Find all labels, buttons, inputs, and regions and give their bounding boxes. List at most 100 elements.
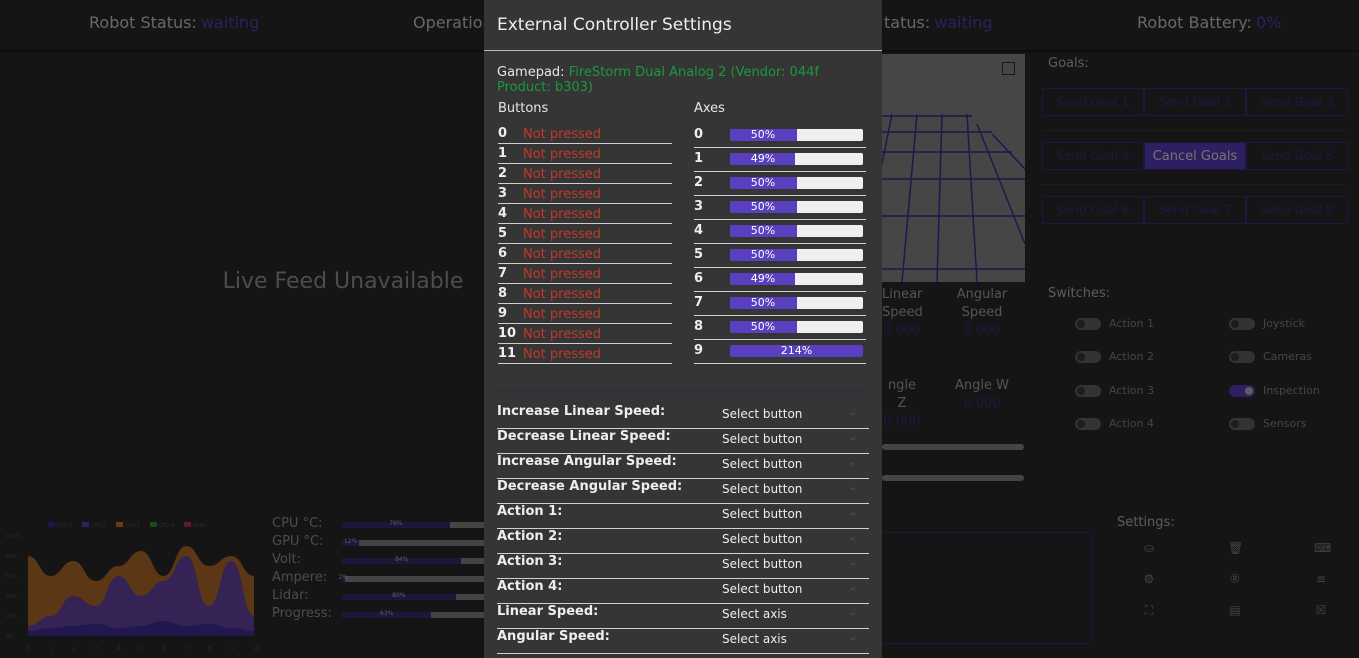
- axis-bar: 50%: [730, 129, 863, 141]
- mapping-row: Action 2: Select button ⌄: [497, 529, 869, 554]
- axis-row: 5 50%: [694, 244, 866, 268]
- mapping-select[interactable]: Select button: [722, 532, 867, 546]
- mapping-label: Increase Linear Speed:: [497, 404, 666, 419]
- button-state: Not pressed: [523, 327, 602, 342]
- axis-row: 8 50%: [694, 316, 866, 340]
- mapping-row: Linear Speed: Select axis ⌄: [497, 604, 869, 629]
- button-number: 0: [498, 126, 508, 141]
- axis-row: 0 50%: [694, 124, 866, 148]
- axis-row: 1 49%: [694, 148, 866, 172]
- buttons-header: Buttons: [498, 101, 549, 116]
- button-number: 11: [498, 346, 517, 361]
- chevron-down-icon: ⌄: [848, 507, 857, 518]
- mapping-label: Action 2:: [497, 529, 563, 544]
- mapping-row: Action 3: Select button ⌄: [497, 554, 869, 579]
- button-row: 4 Not pressed: [498, 204, 672, 224]
- axis-bar: 50%: [730, 201, 863, 213]
- chevron-down-icon: ⌄: [848, 607, 857, 618]
- dashboard: Robot Status:waiting Operatio tatus:wait…: [0, 0, 1359, 658]
- axis-bar: 50%: [730, 177, 863, 189]
- mapping-row: Action 1: Select button ⌄: [497, 504, 869, 529]
- axis-number: 5: [694, 247, 704, 262]
- button-number: 7: [498, 266, 508, 281]
- mapping-select[interactable]: Select button: [722, 557, 867, 571]
- chevron-down-icon: ⌄: [848, 557, 857, 568]
- mapping-select[interactable]: Select button: [722, 407, 867, 421]
- divider: [497, 391, 869, 392]
- button-number: 3: [498, 186, 508, 201]
- mapping-select[interactable]: Select button: [722, 457, 867, 471]
- axis-row: 3 50%: [694, 196, 866, 220]
- axis-value: 50%: [750, 177, 776, 189]
- axis-bar: 49%: [730, 273, 863, 285]
- mapping-label: Action 1:: [497, 504, 563, 519]
- mapping-select[interactable]: Select axis: [722, 607, 867, 621]
- axis-value: 214%: [780, 345, 813, 357]
- button-row: 3 Not pressed: [498, 184, 672, 204]
- axis-row: 9 214%: [694, 340, 866, 364]
- button-row: 5 Not pressed: [498, 224, 672, 244]
- mapping-label: Linear Speed:: [497, 604, 599, 619]
- button-number: 6: [498, 246, 508, 261]
- axis-number: 0: [694, 127, 704, 142]
- button-state: Not pressed: [523, 227, 602, 242]
- chevron-down-icon: ⌄: [848, 582, 857, 593]
- axis-row: 6 49%: [694, 268, 866, 292]
- chevron-down-icon: ⌄: [848, 482, 857, 493]
- chevron-down-icon: ⌄: [848, 532, 857, 543]
- button-number: 8: [498, 286, 508, 301]
- gamepad-info: Gamepad: FireStorm Dual Analog 2 (Vendor…: [497, 65, 872, 95]
- button-row: 10 Not pressed: [498, 324, 672, 344]
- axis-number: 3: [694, 199, 704, 214]
- axis-value: 50%: [750, 225, 776, 237]
- external-controller-settings-modal: External Controller Settings Gamepad: Fi…: [484, 0, 882, 658]
- mapping-row: Decrease Angular Speed: Select button ⌄: [497, 479, 869, 504]
- button-state: Not pressed: [523, 187, 602, 202]
- axis-value: 50%: [750, 297, 776, 309]
- button-state: Not pressed: [523, 167, 602, 182]
- axis-number: 4: [694, 223, 704, 238]
- axis-bar: 214%: [730, 345, 863, 357]
- mapping-select[interactable]: Select axis: [722, 632, 867, 646]
- modal-title: External Controller Settings: [497, 15, 732, 35]
- button-state: Not pressed: [523, 347, 602, 362]
- axis-value: 50%: [750, 129, 776, 141]
- button-state: Not pressed: [523, 147, 602, 162]
- button-state: Not pressed: [523, 247, 602, 262]
- mapping-label: Decrease Angular Speed:: [497, 479, 683, 494]
- mapping-row: Increase Angular Speed: Select button ⌄: [497, 454, 869, 479]
- button-state: Not pressed: [523, 267, 602, 282]
- button-state: Not pressed: [523, 207, 602, 222]
- mapping-select[interactable]: Select button: [722, 432, 867, 446]
- button-row: 8 Not pressed: [498, 284, 672, 304]
- button-row: 7 Not pressed: [498, 264, 672, 284]
- mapping-label: Increase Angular Speed:: [497, 454, 677, 469]
- mapping-select[interactable]: Select button: [722, 507, 867, 521]
- button-number: 9: [498, 306, 508, 321]
- chevron-down-icon: ⌄: [848, 457, 857, 468]
- chevron-down-icon: ⌄: [848, 432, 857, 443]
- mapping-select[interactable]: Select button: [722, 582, 867, 596]
- button-state: Not pressed: [523, 287, 602, 302]
- axis-value: 50%: [750, 249, 776, 261]
- axis-number: 2: [694, 175, 704, 190]
- mapping-row: Angular Speed: Select axis ⌄: [497, 629, 869, 654]
- axis-value: 49%: [750, 153, 776, 165]
- axis-value: 50%: [750, 201, 776, 213]
- axis-bar: 49%: [730, 153, 863, 165]
- axis-number: 8: [694, 319, 704, 334]
- mapping-select[interactable]: Select button: [722, 482, 867, 496]
- axis-number: 9: [694, 343, 704, 358]
- button-number: 1: [498, 146, 508, 161]
- button-number: 5: [498, 226, 508, 241]
- mapping-label: Action 3:: [497, 554, 563, 569]
- button-row: 0 Not pressed: [498, 124, 672, 144]
- axis-number: 6: [694, 271, 704, 286]
- button-state: Not pressed: [523, 307, 602, 322]
- axis-value: 50%: [750, 321, 776, 333]
- divider: [484, 50, 882, 51]
- mapping-row: Increase Linear Speed: Select button ⌄: [497, 404, 869, 429]
- mapping-label: Decrease Linear Speed:: [497, 429, 671, 444]
- axis-row: 4 50%: [694, 220, 866, 244]
- mapping-row: Action 4: Select button ⌄: [497, 579, 869, 604]
